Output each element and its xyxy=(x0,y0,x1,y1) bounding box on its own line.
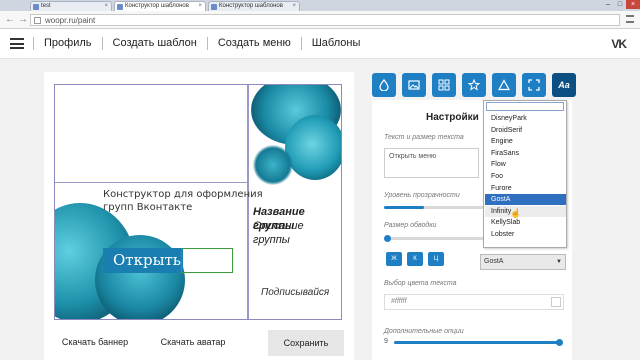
browser-tab[interactable]: test × xyxy=(30,1,112,11)
extra-options-slider[interactable] xyxy=(394,341,560,344)
font-option[interactable]: Foo xyxy=(485,171,566,182)
font-option[interactable]: Lobster xyxy=(485,229,566,240)
stroke-slider-handle[interactable] xyxy=(384,235,391,242)
open-menu-button[interactable]: Открыть меню xyxy=(103,248,183,273)
text-input[interactable]: Открыть меню xyxy=(384,148,479,178)
favicon-icon xyxy=(211,4,217,10)
font-option[interactable]: Infinity xyxy=(485,205,566,217)
extra-options-handle[interactable] xyxy=(556,339,563,346)
download-avatar-button[interactable]: Скачать аватар xyxy=(158,330,228,354)
selection-outline xyxy=(181,248,233,273)
triangle-icon[interactable] xyxy=(492,73,516,97)
font-option[interactable]: Flow xyxy=(485,159,566,170)
subscribe-text[interactable]: Подписывайся xyxy=(261,287,329,298)
address-bar: ← → woopr.ru/paint xyxy=(0,11,640,29)
group-description-text[interactable]: Описание группы xyxy=(253,219,341,247)
italic-button[interactable]: К xyxy=(407,252,423,266)
preview-panel: Конструктор для оформления групп Вконтак… xyxy=(44,72,354,360)
font-option[interactable]: GostA xyxy=(485,194,566,206)
favicon-icon xyxy=(33,4,39,10)
url-input[interactable]: woopr.ru/paint xyxy=(30,14,620,26)
stroke-label: Размер обводки xyxy=(384,222,437,229)
opacity-label: Уровень прозрачности xyxy=(384,192,460,199)
settings-title: Настройки xyxy=(426,112,479,123)
nav-link-templates[interactable]: Шаблоны xyxy=(300,37,371,50)
back-icon[interactable]: ← xyxy=(5,14,15,25)
bold-button[interactable]: Ж xyxy=(386,252,402,266)
font-option[interactable]: FiraSans xyxy=(485,148,566,159)
favicon-icon xyxy=(117,4,123,10)
font-option[interactable]: DroidSerif xyxy=(485,125,566,136)
drop-icon[interactable] xyxy=(372,73,396,97)
star-icon[interactable] xyxy=(462,73,486,97)
tab-title: test xyxy=(41,3,51,9)
close-tab-icon[interactable]: × xyxy=(104,2,108,11)
font-select-value: GostA xyxy=(484,258,504,265)
hamburger-menu-icon[interactable] xyxy=(10,38,24,49)
banner-divider xyxy=(55,182,247,183)
font-dropdown-list: DisneyPark DroidSerif Engine FiraSans Flow Fo… xyxy=(483,100,567,248)
text-size-label: Текст и размер текста xyxy=(384,134,464,141)
browser-tab-active[interactable]: Конструктор шаблонов × xyxy=(114,1,206,11)
font-option[interactable]: Furore xyxy=(485,183,566,194)
forward-icon[interactable]: → xyxy=(18,14,28,25)
extra-options-label: Дополнительные опции xyxy=(384,328,464,335)
color-swatch[interactable] xyxy=(551,297,561,307)
save-button[interactable]: Сохранить xyxy=(268,330,344,356)
fullscreen-icon[interactable] xyxy=(522,73,546,97)
underline-button[interactable]: Ц xyxy=(428,252,444,266)
banner-text-line: групп Вконтакте xyxy=(103,202,193,213)
nav-link-create-template[interactable]: Создать шаблон xyxy=(101,37,207,50)
url-text: woopr.ru/paint xyxy=(45,16,96,25)
stroke-slider-track[interactable] xyxy=(384,237,484,240)
browser-menu-icon[interactable] xyxy=(626,15,634,23)
ink-splash-image xyxy=(285,115,341,180)
download-banner-button[interactable]: Скачать баннер xyxy=(60,330,130,354)
banner-text[interactable]: Конструктор для оформления групп Вконтак… xyxy=(103,188,263,214)
mouse-cursor-icon: ☝ xyxy=(510,208,522,218)
template-canvas[interactable]: Конструктор для оформления групп Вконтак… xyxy=(54,84,342,320)
nav-link-profile[interactable]: Профиль xyxy=(33,37,102,50)
font-option[interactable]: Engine xyxy=(485,136,566,147)
font-select[interactable]: GostA ▼ xyxy=(480,254,566,270)
image-icon[interactable] xyxy=(402,73,426,97)
close-tab-icon[interactable]: × xyxy=(292,2,296,11)
extra-options-value: 9 xyxy=(384,338,388,345)
browser-tabbar: test × Конструктор шаблонов × Конструкто… xyxy=(0,0,640,11)
font-option[interactable]: KellySlab xyxy=(485,217,566,228)
maximize-icon[interactable]: □ xyxy=(614,0,626,9)
nav-link-create-menu[interactable]: Создать меню xyxy=(206,37,301,50)
font-icon[interactable]: Aa xyxy=(552,73,576,97)
window-controls: – □ × xyxy=(602,0,640,10)
banner-text-line: Конструктор для оформления xyxy=(103,189,263,200)
color-value: #ffffff xyxy=(391,298,407,305)
ink-splash-image xyxy=(253,145,293,185)
opacity-slider-fill xyxy=(384,206,424,209)
close-tab-icon[interactable]: × xyxy=(198,2,202,11)
page-icon xyxy=(34,17,41,24)
font-option[interactable]: DisneyPark xyxy=(485,113,566,124)
chevron-down-icon: ▼ xyxy=(556,259,562,265)
tool-icon-row: Aa xyxy=(372,73,576,97)
color-label: Выбор цвета текста xyxy=(384,280,457,287)
tab-title: Конструктор шаблонов xyxy=(219,3,283,9)
close-window-icon[interactable]: × xyxy=(626,0,640,9)
font-search-input[interactable] xyxy=(486,102,564,111)
app-header: Профиль Создать шаблон Создать меню Шабл… xyxy=(0,29,640,59)
minimize-icon[interactable]: – xyxy=(602,0,614,9)
vk-logo[interactable]: VK xyxy=(611,37,627,51)
tab-title: Конструктор шаблонов xyxy=(125,3,189,9)
grid-icon[interactable] xyxy=(432,73,456,97)
main-nav: Профиль Создать шаблон Создать меню Шабл… xyxy=(33,37,370,50)
color-input[interactable]: #ffffff xyxy=(384,294,564,310)
browser-tab[interactable]: Конструктор шаблонов × xyxy=(208,1,300,11)
